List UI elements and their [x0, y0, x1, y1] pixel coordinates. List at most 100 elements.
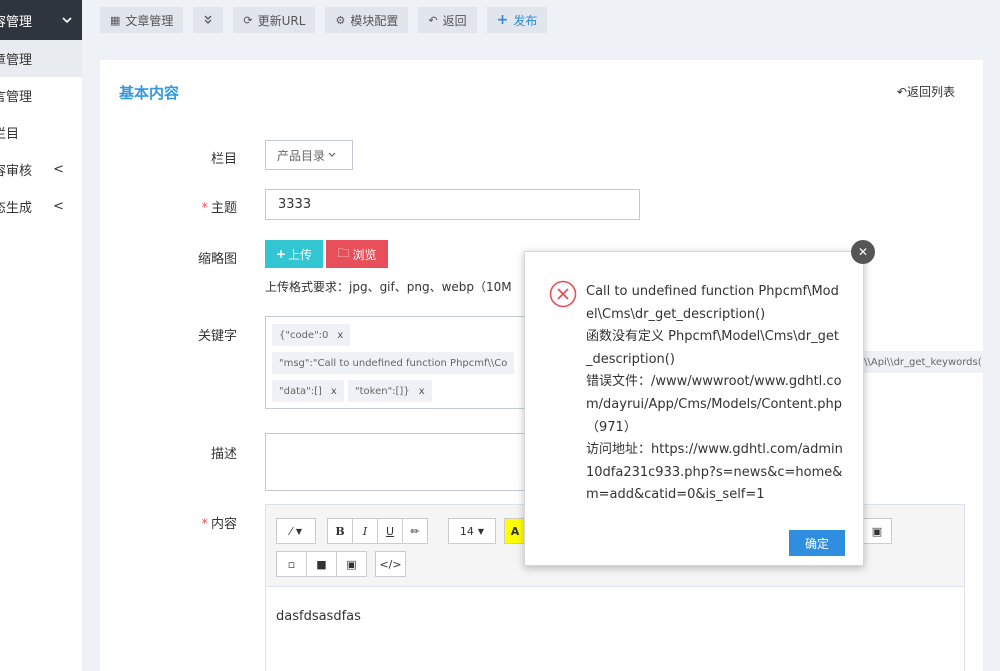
code-icon: </> [379, 557, 402, 571]
bold-icon: B [335, 524, 345, 538]
keyword-label: 关键字 [197, 329, 237, 344]
close-icon[interactable]: ✕ [851, 240, 875, 264]
caret-down-icon: ▼ [295, 526, 302, 536]
error-message: Call to undefined function Phpcmf\Model\… [586, 281, 844, 507]
thumbnail-label: 缩略图 [197, 252, 237, 267]
font-color-icon: A [510, 524, 520, 538]
style-dropdown-button[interactable]: ⁄ ▼ [276, 518, 316, 544]
editor-content[interactable]: dasfdsasdfas [276, 609, 361, 624]
keyword-tags-input[interactable]: {"code":0 x "msg":"Call to undefined func… [265, 316, 535, 409]
subject-input-value: 3333 [278, 197, 312, 212]
chevron-left-icon: < [53, 162, 64, 177]
sidebar-item-static-generate[interactable]: 态生成 < [0, 188, 82, 225]
sidebar-item-label: 栏目 [0, 127, 20, 142]
chevron-down-icon [62, 16, 72, 23]
sidebar-item-label: 态生成 [0, 201, 33, 216]
plus-icon: + [275, 247, 287, 261]
update-url-button[interactable]: ⟳ 更新URL [233, 7, 316, 33]
keyword-tag: "data":[] x [272, 380, 344, 402]
video-button[interactable]: ▫ [276, 551, 307, 577]
error-line: 函数没有定义 Phpcmf\Model\Cms\dr_get_descripti… [586, 329, 839, 367]
eraser-icon: ✏ [410, 524, 420, 538]
film-icon: ▣ [346, 557, 357, 571]
highlight-color-button[interactable]: A [504, 518, 526, 544]
double-chevron-down-icon [204, 15, 212, 24]
browse-button[interactable]: 🗀 浏览 [326, 240, 388, 268]
sidebar-header-content-manage[interactable]: 容管理 [0, 0, 82, 40]
italic-icon: I [362, 524, 368, 538]
sidebar-header-label: 容管理 [0, 14, 33, 30]
top-toolbar: ▦ 文章管理 ⟳ 更新URL ⚙ 模块配置 ↶ 返回 + 发布 [82, 0, 1000, 40]
page-title: 基本内容 [119, 84, 180, 102]
upload-button[interactable]: + 上传 [265, 240, 323, 268]
chevron-left-icon: < [53, 199, 64, 214]
eraser-button[interactable]: ✏ [402, 518, 428, 544]
sidebar-item-label: 章管理 [0, 53, 33, 68]
keyword-tag: {"code":0 x [272, 324, 351, 346]
publish-label: 发布 [513, 13, 538, 28]
back-button[interactable]: ↶ 返回 [418, 7, 477, 33]
reply-icon: ↶ [896, 85, 907, 99]
column-select[interactable]: 产品目录 [265, 140, 353, 170]
keyword-tag-overflow: pl\\Api\\dr_get_keywords( [848, 351, 989, 373]
file-icon: ▦ [110, 13, 121, 27]
tag-remove-icon[interactable]: x [331, 386, 337, 397]
upload-label: 上传 [288, 247, 313, 262]
magic-wand-icon: ⁄ [290, 524, 292, 538]
underline-icon: U [385, 524, 395, 538]
underline-button[interactable]: U [377, 518, 403, 544]
module-config-label: 模块配置 [350, 13, 399, 28]
bold-button[interactable]: B [327, 518, 353, 544]
back-label: 返回 [442, 13, 467, 28]
error-circle-icon [549, 280, 577, 308]
font-size-dropdown[interactable]: 14 ▼ [448, 518, 496, 544]
sidebar-item-label: 言管理 [0, 90, 33, 105]
code-view-button[interactable]: </> [375, 551, 406, 577]
sidebar-item-label: 容审核 [0, 164, 33, 179]
expand-more-button[interactable] [193, 7, 224, 33]
column-select-value: 产品目录 [277, 148, 326, 163]
sidebar: 容管理 章管理 言管理 栏目 容审核 < 态生成 < [0, 0, 82, 671]
error-dialog: ✕ Call to undefined function Phpcmf\Mode… [524, 240, 875, 566]
content-label: * 内容 [201, 517, 237, 532]
refresh-icon: ⟳ [243, 13, 253, 27]
video-camera-icon: ■ [316, 557, 327, 571]
module-config-button[interactable]: ⚙ 模块配置 [325, 7, 409, 33]
column-label: 栏目 [210, 152, 237, 167]
italic-button[interactable]: I [352, 518, 378, 544]
movie-button[interactable]: ▣ [336, 551, 367, 577]
keyword-tag: "token":[]} x [348, 380, 432, 402]
sidebar-item-message-manage[interactable]: 言管理 [0, 77, 82, 114]
chevron-down-icon [328, 152, 336, 157]
sidebar-item-article-manage[interactable]: 章管理 [0, 40, 82, 77]
plus-icon: + [496, 12, 509, 28]
subject-label: * 主题 [201, 201, 237, 216]
error-line: Call to undefined function Phpcmf\Model\… [586, 284, 839, 322]
description-label: 描述 [210, 447, 237, 462]
video-camera-button[interactable]: ■ [306, 551, 337, 577]
tag-remove-icon[interactable]: x [419, 386, 425, 397]
back-to-list-label: 返回列表 [906, 85, 955, 99]
subject-input[interactable]: 3333 [265, 189, 640, 220]
sidebar-item-content-review[interactable]: 容审核 < [0, 151, 82, 188]
gear-icon: ⚙ [335, 13, 346, 27]
publish-button[interactable]: + 发布 [486, 7, 548, 33]
browse-label: 浏览 [352, 247, 377, 262]
upload-format-hint: 上传格式要求：jpg、gif、png、webp（10M [265, 280, 512, 294]
folder-icon: 🗀 [337, 245, 350, 260]
video-outline-icon: ▫ [287, 557, 296, 571]
sidebar-item-share-column[interactable]: 栏目 [0, 114, 82, 151]
back-to-list-link[interactable]: ↶返回列表 [897, 83, 955, 100]
article-manage-button[interactable]: ▦ 文章管理 [100, 7, 184, 33]
picture-button[interactable]: ▣ [862, 518, 892, 544]
tag-remove-icon[interactable]: x [337, 330, 343, 341]
error-line: 访问地址：https://www.gdhtl.com/admin10dfa231… [586, 442, 843, 503]
article-manage-label: 文章管理 [125, 13, 174, 28]
reply-icon: ↶ [428, 13, 438, 27]
confirm-button[interactable]: 确定 [789, 530, 845, 556]
update-url-label: 更新URL [257, 13, 306, 28]
description-textarea[interactable] [265, 433, 535, 491]
keyword-tag: "msg":"Call to undefined function Phpcmf… [272, 352, 515, 374]
font-size-value: 14 [459, 524, 474, 538]
caret-down-icon: ▼ [477, 526, 485, 536]
